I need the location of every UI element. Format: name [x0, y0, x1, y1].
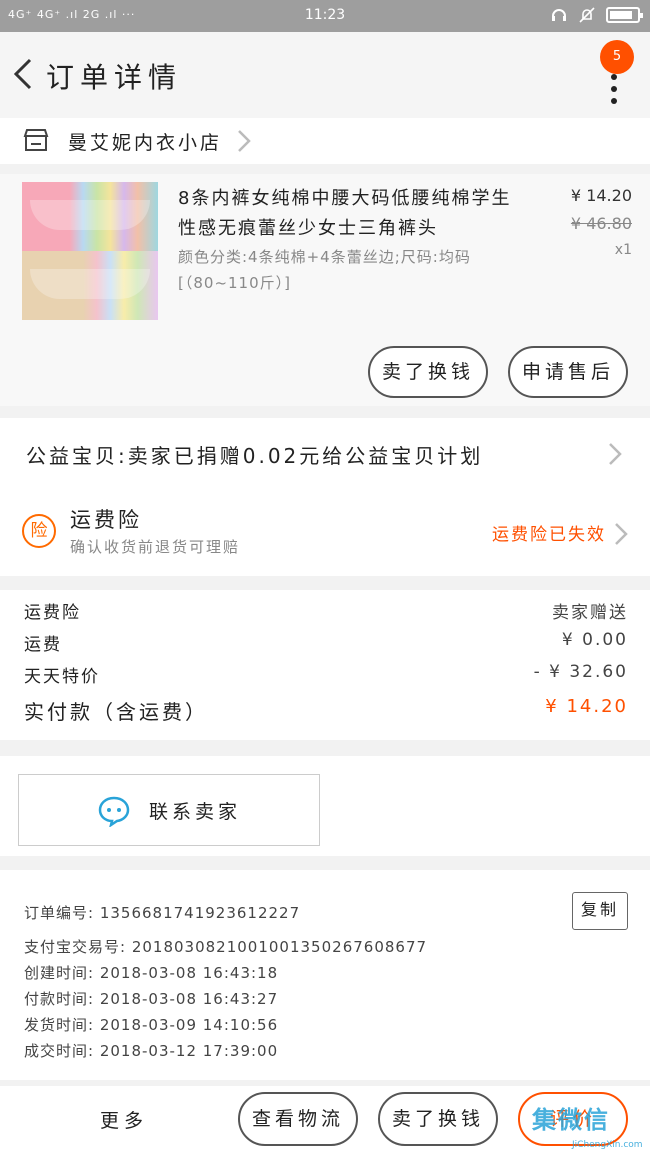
view-logistics-button[interactable]: 查看物流: [238, 1092, 358, 1146]
resell-bottom-button[interactable]: 卖了换钱: [378, 1092, 498, 1146]
total-value: ¥ 14.20: [545, 696, 628, 717]
chat-bubble-icon: [98, 796, 130, 827]
summary-total-row: 实付款（含运费） ¥ 14.20: [24, 696, 628, 726]
summary-row: 运费险 卖家赠送: [24, 598, 628, 628]
shipped-time: 发货时间: 2018-03-09 14:10:56: [24, 1016, 279, 1034]
watermark-url: JiChengXin.com: [572, 1140, 643, 1150]
copy-button[interactable]: 复制: [572, 892, 628, 930]
summary-label: 天天特价: [24, 667, 100, 687]
product-original-price: ¥ 46.80: [570, 214, 632, 233]
product-title[interactable]: 8条内裤女纯棉中腰大码低腰纯棉学生性感无痕蕾丝少女士三角裤头: [178, 184, 518, 244]
price-summary: 运费险 卖家赠送 运费 ¥ 0.00 天天特价 - ¥ 32.60 实付款（含运…: [0, 590, 650, 740]
order-info: 订单编号: 1356681741923612227 复制 支付宝交易号: 201…: [0, 870, 650, 1080]
watermark-logo: 集微信: [532, 1106, 610, 1134]
summary-value: 卖家赠送: [552, 603, 628, 623]
insurance-status[interactable]: 运费险已失效: [492, 520, 606, 545]
insurance-subtitle: 确认收货前退货可理赔: [70, 538, 241, 556]
headset-icon: [552, 9, 566, 21]
completed-time: 成交时间: 2018-03-12 17:39:00: [24, 1042, 279, 1060]
product-sku: 颜色分类:4条纯棉+4条蕾丝边;尺码:均码[（80~110斤）]: [178, 248, 471, 292]
total-label: 实付款（含运费）: [24, 700, 208, 724]
charity-text: 公益宝贝:卖家已捐赠0.02元给公益宝贝计划: [26, 444, 484, 468]
nav-bar: 订单详情 5: [0, 32, 650, 118]
page-title: 订单详情: [46, 61, 183, 94]
summary-row: 天天特价 - ¥ 32.60: [24, 662, 628, 692]
more-button[interactable]: 更多: [100, 1106, 148, 1133]
paid-time: 付款时间: 2018-03-08 16:43:27: [24, 990, 279, 1008]
more-menu-icon[interactable]: [608, 74, 620, 124]
product-quantity: x1: [614, 242, 632, 258]
order-number: 订单编号: 1356681741923612227: [24, 904, 301, 922]
battery-icon: [606, 7, 643, 23]
alipay-trade-number: 支付宝交易号: 2018030821001001350267608677: [24, 938, 428, 956]
notification-badge[interactable]: 5: [600, 40, 634, 74]
summary-label: 运费险: [24, 603, 81, 623]
shop-row[interactable]: 曼艾妮内衣小店: [0, 118, 650, 164]
status-bar: 4G⁺ 4G⁺ .ıl 2G .ıl ··· 11:23: [0, 0, 650, 32]
summary-label: 运费: [24, 635, 62, 655]
after-sale-button[interactable]: 申请售后: [508, 346, 628, 398]
resell-button[interactable]: 卖了换钱: [368, 346, 488, 398]
contact-seller-button[interactable]: 联系卖家: [18, 774, 320, 846]
summary-value: ¥ 0.00: [561, 630, 628, 650]
chevron-right-icon: [609, 443, 622, 465]
shop-name[interactable]: 曼艾妮内衣小店: [68, 128, 222, 155]
product-card[interactable]: 8条内裤女纯棉中腰大码低腰纯棉学生性感无痕蕾丝少女士三角裤头 颜色分类:4条纯棉…: [0, 174, 650, 406]
contact-seller-label: 联系卖家: [149, 801, 242, 823]
product-image[interactable]: [22, 182, 158, 320]
shipping-insurance-row[interactable]: 险 运费险 确认收货前退货可理赔 运费险已失效: [0, 492, 650, 576]
insurance-title: 运费险: [70, 508, 142, 532]
insurance-icon: 险: [22, 514, 56, 548]
charity-row[interactable]: 公益宝贝:卖家已捐赠0.02元给公益宝贝计划: [0, 418, 650, 492]
product-price: ¥ 14.20: [570, 186, 632, 205]
chevron-right-icon: [615, 523, 628, 545]
store-icon: [23, 129, 49, 151]
back-arrow-icon[interactable]: [6, 52, 40, 96]
status-icons: [550, 6, 643, 24]
contact-section: 联系卖家: [0, 756, 650, 856]
summary-value: - ¥ 32.60: [533, 662, 628, 682]
mute-bell-icon: [579, 7, 595, 23]
created-time: 创建时间: 2018-03-08 16:43:18: [24, 964, 279, 982]
chevron-right-icon: [238, 130, 251, 152]
summary-row: 运费 ¥ 0.00: [24, 630, 628, 660]
